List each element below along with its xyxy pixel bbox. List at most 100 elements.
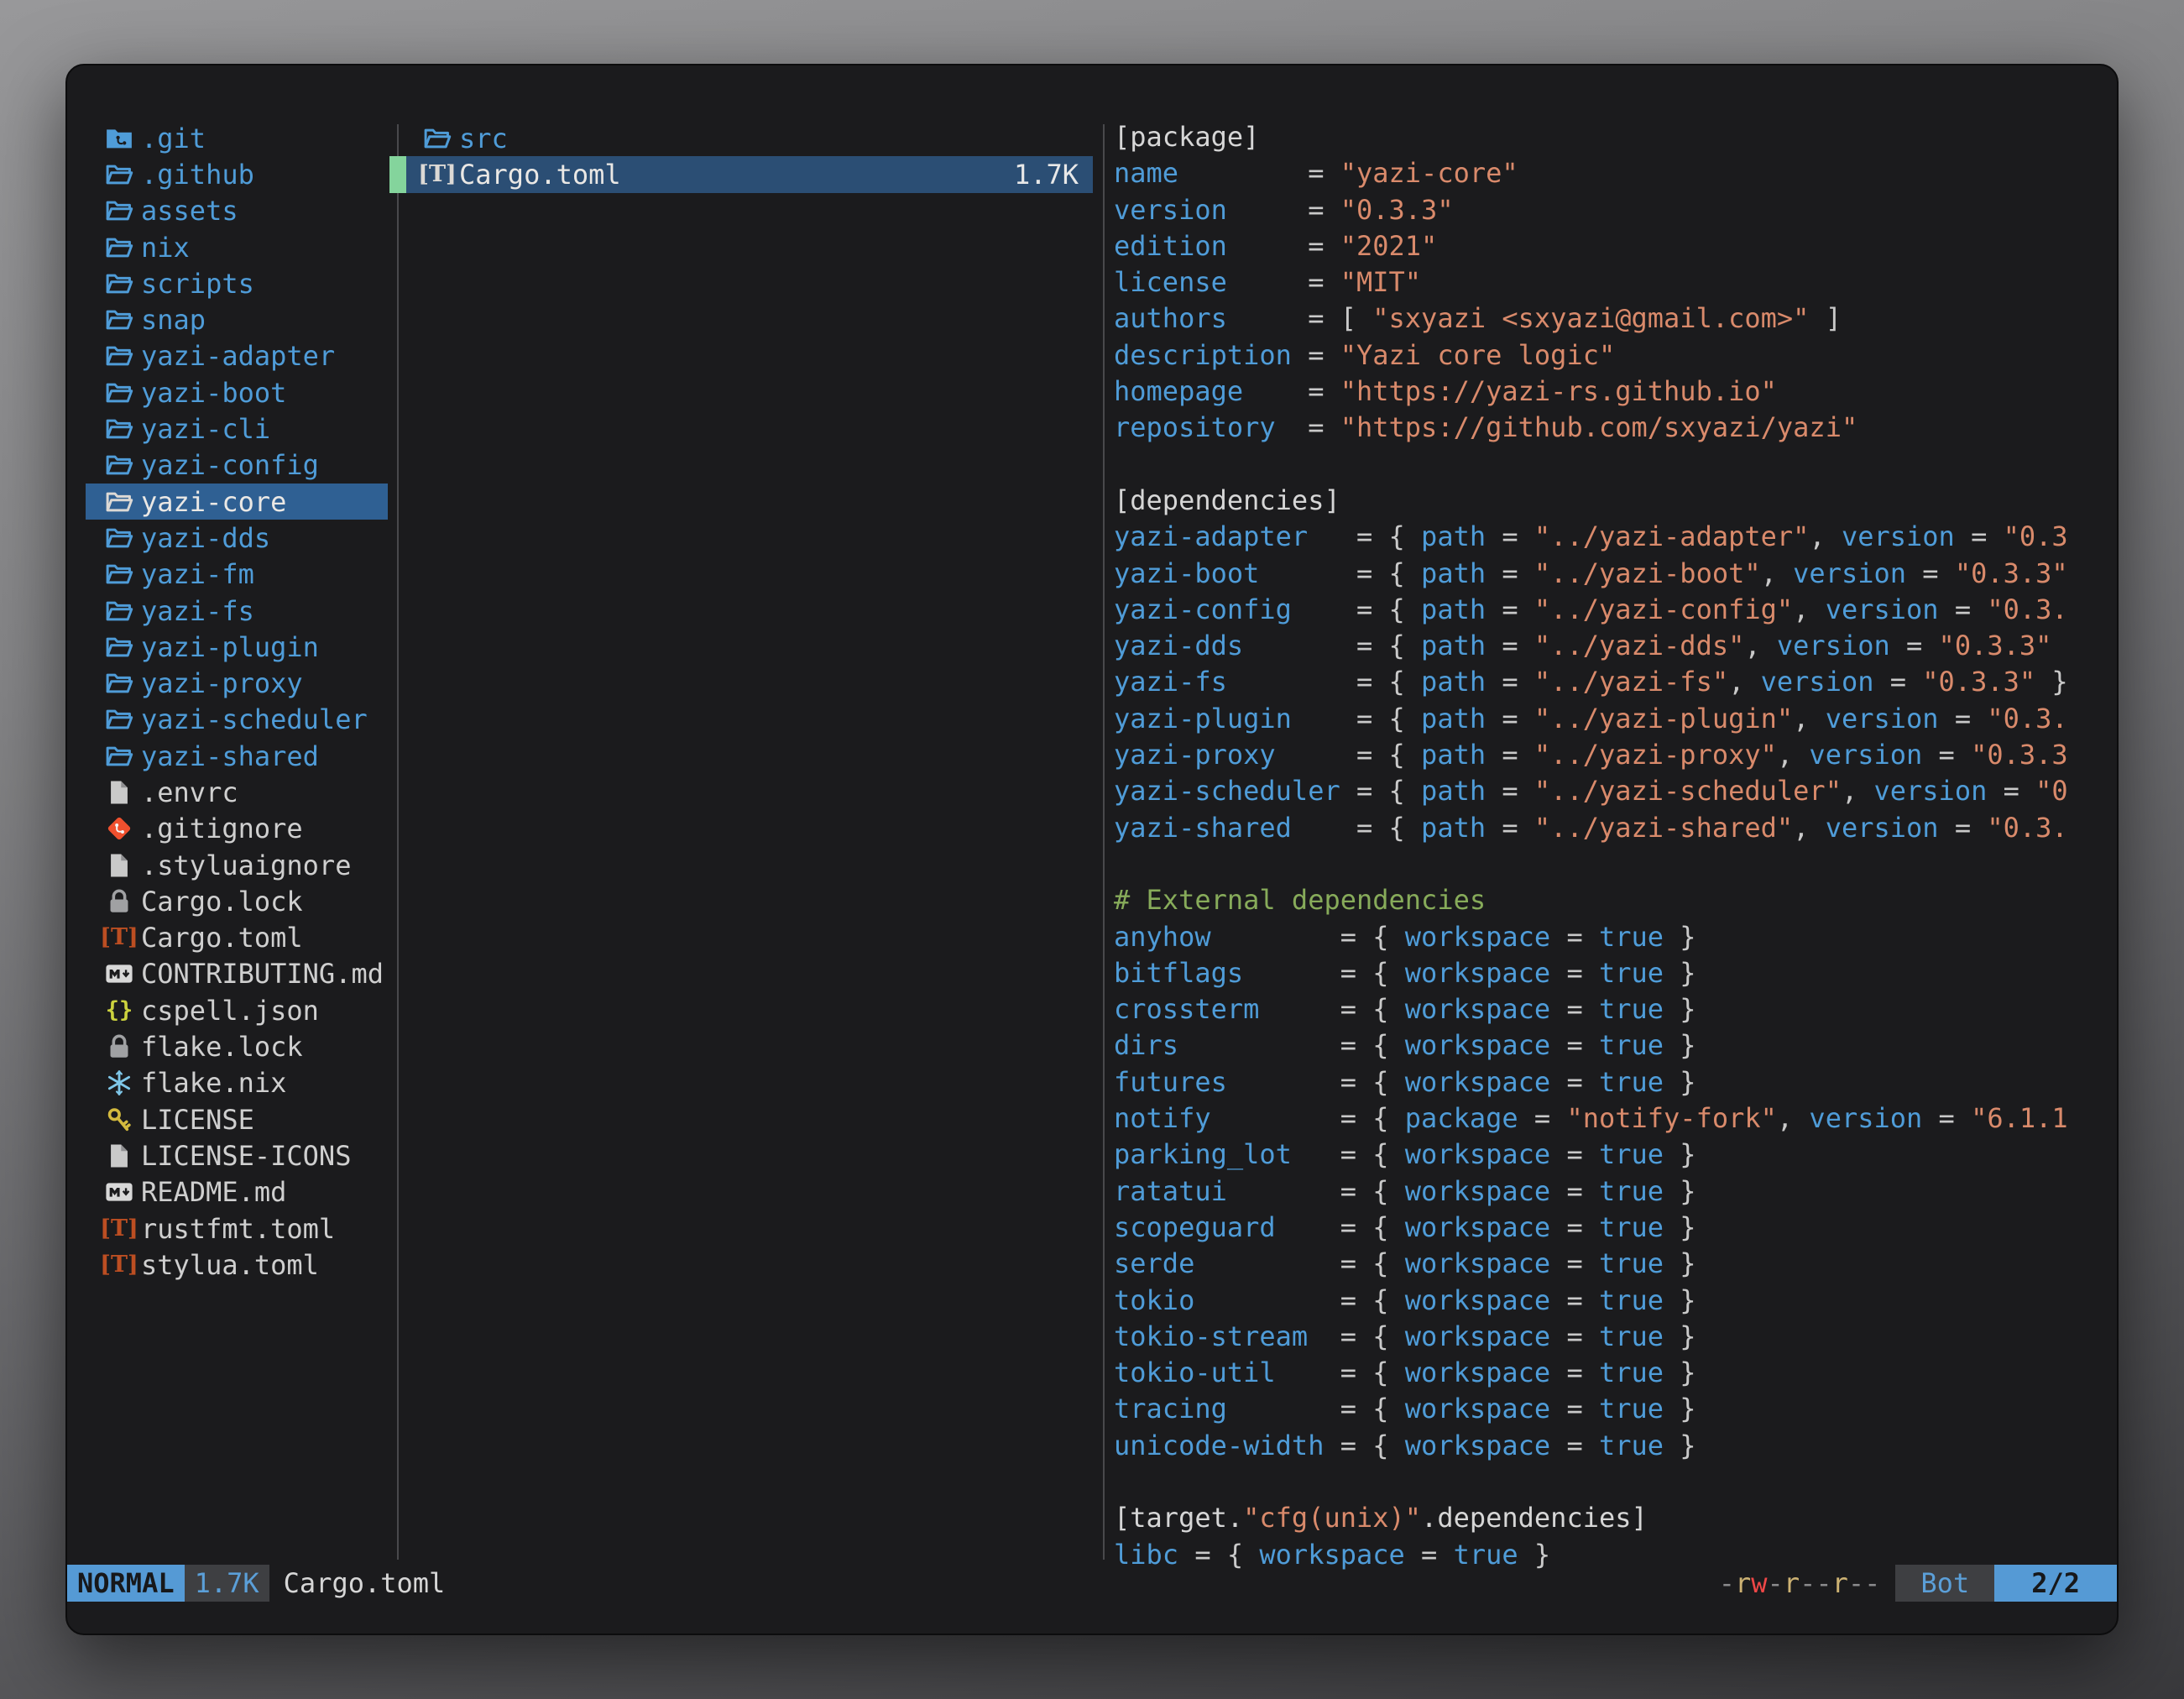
parent-directory-pane: .git .githubassetsnixscriptssnapyazi-adap… [86, 120, 388, 1283]
file-row-nix[interactable]: nix [86, 229, 388, 265]
file-row-cargo-toml[interactable]: [T]Cargo.toml1.7K [389, 156, 1093, 192]
git-diamond-icon [105, 814, 133, 843]
mode-badge: NORMAL [67, 1565, 185, 1602]
file-label: nix [141, 232, 190, 264]
markdown-icon [105, 1178, 133, 1206]
status-file-name: Cargo.toml [284, 1567, 446, 1599]
toml-icon: [T] [423, 160, 452, 189]
file-label: README.md [141, 1176, 286, 1208]
preview-line: dirs = { workspace = true } [1114, 1027, 2113, 1064]
folder-open-icon [105, 196, 133, 225]
file-label: Cargo.toml [459, 159, 621, 191]
preview-line: tokio = { workspace = true } [1114, 1283, 2113, 1319]
file-label: cspell.json [141, 995, 319, 1027]
preview-line: [dependencies] [1114, 483, 2113, 519]
folder-open-icon [423, 124, 452, 153]
file-row-assets[interactable]: assets [86, 193, 388, 229]
file-row-yazi-config[interactable]: yazi-config [86, 447, 388, 484]
preview-line [1114, 447, 2113, 483]
file-row-license[interactable]: LICENSE [86, 1101, 388, 1137]
file-row-yazi-shared[interactable]: yazi-shared [86, 738, 388, 774]
preview-line: yazi-dds = { path = "../yazi-dds", versi… [1114, 628, 2113, 664]
file-label: LICENSE [141, 1104, 254, 1136]
file-icon [105, 851, 133, 880]
file-label: yazi-config [141, 449, 319, 481]
file-icon [105, 778, 133, 807]
preview-line: license = "MIT" [1114, 264, 2113, 301]
folder-open-icon [105, 451, 133, 479]
folder-git-icon [105, 124, 133, 153]
preview-line: tokio-stream = { workspace = true } [1114, 1319, 2113, 1355]
file-row-yazi-proxy[interactable]: yazi-proxy [86, 665, 388, 701]
preview-line: version = "0.3.3" [1114, 192, 2113, 228]
status-bar: NORMAL 1.7K Cargo.toml -rw-r--r-- Bot 2/… [67, 1565, 2117, 1602]
file-label: CONTRIBUTING.md [141, 958, 384, 990]
snowflake-icon [105, 1069, 133, 1097]
preview-line: yazi-scheduler = { path = "../yazi-sched… [1114, 773, 2113, 809]
file-row-cargo-toml[interactable]: [T]Cargo.toml [86, 920, 388, 956]
file-row--envrc[interactable]: .envrc [86, 774, 388, 810]
preview-line: name = "yazi-core" [1114, 155, 2113, 191]
pane-divider-right [1103, 124, 1105, 1560]
file-row--git[interactable]: .git [86, 120, 388, 156]
folder-open-icon [105, 633, 133, 661]
file-row-readme-md[interactable]: README.md [86, 1174, 388, 1210]
file-label: LICENSE-ICONS [141, 1140, 351, 1172]
file-row-yazi-adapter[interactable]: yazi-adapter [86, 338, 388, 374]
file-row-contributing-md[interactable]: CONTRIBUTING.md [86, 956, 388, 992]
file-row-yazi-dds[interactable]: yazi-dds [86, 520, 388, 556]
file-row-yazi-boot[interactable]: yazi-boot [86, 374, 388, 410]
file-row-yazi-scheduler[interactable]: yazi-scheduler [86, 702, 388, 738]
file-row--gitignore[interactable]: .gitignore [86, 811, 388, 847]
file-label: rustfmt.toml [141, 1213, 335, 1245]
file-row-yazi-fs[interactable]: yazi-fs [86, 593, 388, 629]
folder-open-icon [105, 269, 133, 298]
preview-line: yazi-boot = { path = "../yazi-boot", ver… [1114, 556, 2113, 592]
preview-line: yazi-config = { path = "../yazi-config",… [1114, 592, 2113, 628]
folder-open-icon [105, 379, 133, 407]
file-label: flake.lock [141, 1031, 303, 1063]
file-row-snap[interactable]: snap [86, 301, 388, 337]
file-label: .styluaignore [141, 850, 351, 881]
preview-pane[interactable]: [package]name = "yazi-core"version = "0.… [1114, 119, 2113, 1571]
preview-line: description = "Yazi core logic" [1114, 337, 2113, 374]
file-size-badge: 1.7K [185, 1565, 269, 1602]
file-label: yazi-scheduler [141, 703, 368, 735]
file-row-yazi-fm[interactable]: yazi-fm [86, 557, 388, 593]
file-row-flake-nix[interactable]: flake.nix [86, 1065, 388, 1101]
file-row-cspell-json[interactable]: {}cspell.json [86, 992, 388, 1028]
file-row-yazi-plugin[interactable]: yazi-plugin [86, 629, 388, 665]
scroll-position-badge: Bot [1895, 1565, 1994, 1602]
file-label: .github [141, 159, 254, 191]
file-row--styluaignore[interactable]: .styluaignore [86, 847, 388, 883]
file-row-cargo-lock[interactable]: Cargo.lock [86, 883, 388, 919]
file-row-src[interactable]: src [389, 120, 1093, 156]
file-row-license-icons[interactable]: LICENSE-ICONS [86, 1137, 388, 1174]
toml-icon: [T] [105, 923, 133, 952]
file-label: .git [141, 123, 206, 154]
folder-open-icon [105, 306, 133, 334]
preview-line: # External dependencies [1114, 882, 2113, 918]
permissions-text: -rw-r--r-- [1719, 1567, 1881, 1599]
preview-line: tracing = { workspace = true } [1114, 1391, 2113, 1427]
file-row-stylua-toml[interactable]: [T]stylua.toml [86, 1247, 388, 1283]
folder-open-icon [105, 597, 133, 625]
folder-open-icon [105, 742, 133, 771]
file-row-rustfmt-toml[interactable]: [T]rustfmt.toml [86, 1210, 388, 1247]
preview-line: homepage = "https://yazi-rs.github.io" [1114, 374, 2113, 410]
folder-open-icon [105, 415, 133, 443]
cursor-position-badge: 2/2 [1994, 1565, 2117, 1602]
file-row-yazi-cli[interactable]: yazi-cli [86, 410, 388, 447]
preview-line: scopeguard = { workspace = true } [1114, 1210, 2113, 1246]
folder-open-icon [105, 160, 133, 189]
preview-line [1114, 846, 2113, 882]
file-row-yazi-core[interactable]: yazi-core [86, 484, 388, 520]
file-row-flake-lock[interactable]: flake.lock [86, 1028, 388, 1064]
lock-icon [105, 1032, 133, 1061]
file-row--github[interactable]: .github [86, 156, 388, 192]
folder-open-icon [105, 233, 133, 262]
folder-open-icon [105, 342, 133, 370]
file-label: yazi-cli [141, 413, 270, 445]
file-label: .envrc [141, 776, 238, 808]
file-row-scripts[interactable]: scripts [86, 265, 388, 301]
